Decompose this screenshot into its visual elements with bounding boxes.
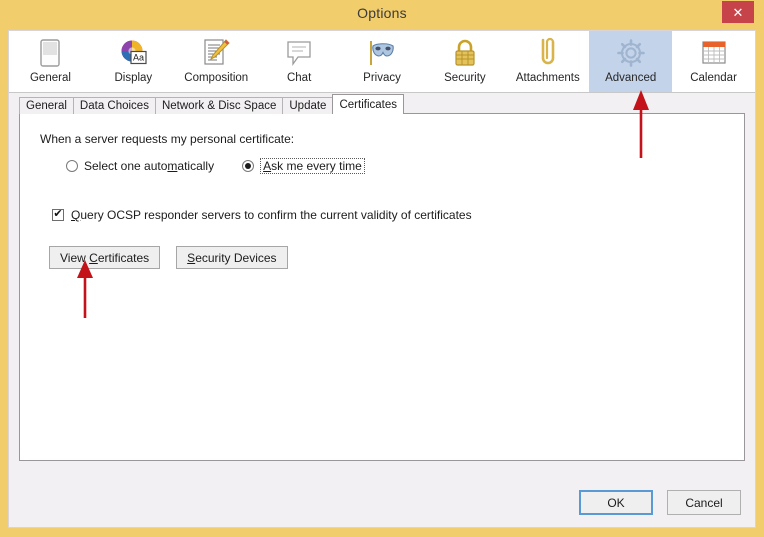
chat-icon xyxy=(281,35,317,71)
toolbar-item-general[interactable]: General xyxy=(9,31,92,92)
tab-label: Data Choices xyxy=(79,100,149,112)
attachments-paperclip-icon xyxy=(530,35,566,71)
certificate-selection-radio-group: Select one automatically Ask me every ti… xyxy=(66,158,365,174)
general-icon xyxy=(32,35,68,71)
radio-circle-icon xyxy=(66,160,78,172)
toolbar-item-label: Advanced xyxy=(605,72,657,84)
close-icon: ✕ xyxy=(732,4,744,20)
toolbar-item-calendar[interactable]: Calendar xyxy=(672,31,756,92)
toolbar-item-label: Calendar xyxy=(690,72,737,84)
tab-label: Network & Disc Space xyxy=(161,100,277,112)
composition-icon xyxy=(198,35,234,71)
ok-button-label: OK xyxy=(607,495,625,510)
display-icon: Aa xyxy=(115,35,151,71)
tab-general[interactable]: General xyxy=(19,97,74,114)
checkbox-query-ocsp[interactable]: ✔ Query OCSP responder servers to confir… xyxy=(52,208,472,222)
toolbar-item-display[interactable]: Aa Display xyxy=(91,31,175,92)
toolbar-item-label: Composition xyxy=(184,72,249,84)
toolbar-item-label: Chat xyxy=(286,72,312,84)
options-toolbar: General Aa Display Composition Chat Priv… xyxy=(9,31,756,93)
dialog-body: General Aa Display Composition Chat Priv… xyxy=(8,30,756,528)
certificate-request-prompt: When a server requests my personal certi… xyxy=(40,132,295,146)
window-title: Options xyxy=(357,5,407,21)
toolbar-item-label: Attachments xyxy=(515,72,580,84)
cancel-button-label: Cancel xyxy=(685,495,723,510)
toolbar-item-label: Display xyxy=(114,72,153,84)
tab-update[interactable]: Update xyxy=(282,97,334,114)
toolbar-item-label: General xyxy=(29,72,71,84)
checkbox-label: Query OCSP responder servers to confirm … xyxy=(71,208,472,222)
certificates-panel: When a server requests my personal certi… xyxy=(19,113,745,461)
ok-button[interactable]: OK xyxy=(579,490,653,515)
view-certificates-button[interactable]: View Certificates xyxy=(49,246,161,269)
toolbar-item-advanced[interactable]: Advanced xyxy=(589,31,673,92)
toolbar-item-privacy[interactable]: Privacy xyxy=(340,31,424,92)
calendar-icon xyxy=(696,35,732,71)
radio-circle-icon xyxy=(242,160,255,172)
tab-label: Certificates xyxy=(339,98,397,111)
title-bar: Options ✕ xyxy=(0,0,764,30)
advanced-gear-icon xyxy=(613,35,649,71)
toolbar-item-label: Security xyxy=(444,72,486,84)
cancel-button[interactable]: Cancel xyxy=(667,490,741,515)
security-lock-icon xyxy=(447,35,483,71)
privacy-mask-icon xyxy=(364,35,400,71)
tab-label: Update xyxy=(289,100,327,112)
toolbar-item-label: Privacy xyxy=(363,72,401,84)
tab-data-choices[interactable]: Data Choices xyxy=(72,97,156,114)
tab-label: General xyxy=(26,100,67,112)
svg-text:Aa: Aa xyxy=(133,52,144,62)
radio-select-one-automatically[interactable]: Select one automatically xyxy=(66,159,214,173)
panel-button-row: View Certificates Security Devices xyxy=(49,246,288,269)
security-devices-button[interactable]: Security Devices xyxy=(176,246,288,269)
tab-certificates[interactable]: Certificates xyxy=(332,94,404,114)
close-button[interactable]: ✕ xyxy=(722,1,754,23)
toolbar-item-composition[interactable]: Composition xyxy=(174,31,258,92)
radio-ask-me-every-time[interactable]: Ask me every time xyxy=(242,158,365,174)
tab-strip: General Data Choices Network & Disc Spac… xyxy=(19,94,404,114)
options-dialog-window: Options ✕ General Aa Display Composition… xyxy=(0,0,764,537)
tab-network-and-disc-space[interactable]: Network & Disc Space xyxy=(154,97,284,114)
toolbar-item-attachments[interactable]: Attachments xyxy=(506,31,590,92)
toolbar-item-chat[interactable]: Chat xyxy=(257,31,341,92)
toolbar-item-security[interactable]: Security xyxy=(423,31,507,92)
dialog-footer: OK Cancel xyxy=(579,490,741,515)
checkbox-icon: ✔ xyxy=(52,208,64,221)
